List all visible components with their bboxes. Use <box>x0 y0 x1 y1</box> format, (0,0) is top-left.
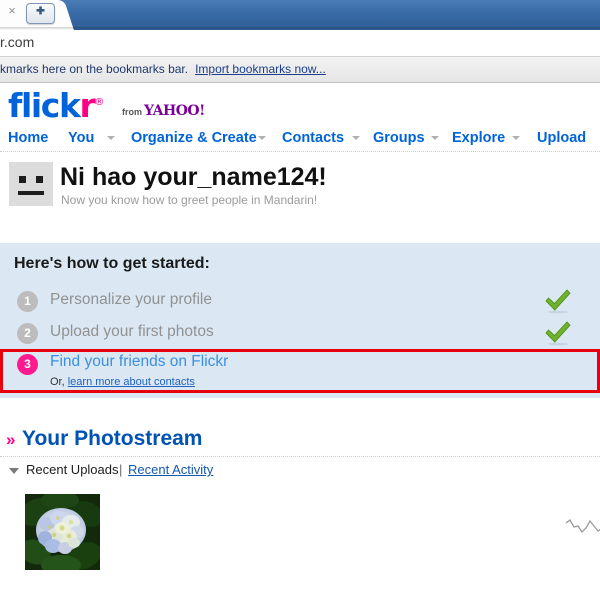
browser-window: × r.com kmarks here on the bookmarks bar… <box>0 0 600 600</box>
tab-recent-activity[interactable]: Recent Activity <box>128 461 213 479</box>
green-checkmark-icon-1 <box>545 289 571 314</box>
registered-trademark-icon: ® <box>94 97 105 108</box>
learn-more-about-contacts-link[interactable]: learn more about contacts <box>68 376 195 388</box>
import-bookmarks-link[interactable]: Import bookmarks now... <box>195 62 326 76</box>
disclosure-triangle-icon[interactable] <box>9 468 19 474</box>
nav-item-you[interactable]: You <box>68 127 94 149</box>
greeting-block: Ni hao your_name124! Now you know how to… <box>0 162 600 222</box>
flickr-logo[interactable]: flickr® <box>8 86 104 122</box>
yahoo-logo: YAHOO! <box>144 103 205 119</box>
nav-item-groups[interactable]: Groups <box>373 127 425 149</box>
tab-recent-uploads[interactable]: Recent Uploads <box>26 461 119 479</box>
step-number-badge-2: 2 <box>17 323 38 344</box>
photostream-header: » Your Photostream <box>0 426 600 457</box>
close-icon[interactable]: × <box>5 4 19 18</box>
avatar-eye-right <box>36 176 43 183</box>
photostream-title[interactable]: Your Photostream <box>22 426 202 452</box>
photo-thumbnail-image <box>25 494 100 570</box>
plus-icon-svg <box>36 6 45 15</box>
photostream-tabs: Recent Uploads | Recent Activity <box>0 461 600 483</box>
avatar-mouth <box>18 191 44 195</box>
step-number-badge-3: 3 <box>17 354 38 375</box>
nav-item-contacts[interactable]: Contacts <box>282 127 344 149</box>
nav-item-explore[interactable]: Explore <box>452 127 505 149</box>
bookmarks-bar: kmarks here on the bookmarks bar. Import … <box>0 57 600 83</box>
default-avatar-icon[interactable] <box>9 162 53 206</box>
step-number-badge-1: 1 <box>17 291 38 312</box>
chevron-down-icon-explore[interactable] <box>512 136 520 140</box>
get-started-panel: Here's how to get started: 1 Personalize… <box>0 243 600 398</box>
stats-sparkline-icon[interactable] <box>565 515 600 542</box>
from-label: from <box>122 107 142 117</box>
main-navigation: Home You Organize & Create Contacts Grou… <box>0 127 600 152</box>
logo-text-primary: flick <box>8 86 81 125</box>
avatar-eye-left <box>19 176 26 183</box>
nav-item-organize[interactable]: Organize & Create <box>131 127 257 149</box>
hydrangea-thumbnail[interactable] <box>25 494 100 570</box>
step-label-2[interactable]: Upload your first photos <box>50 323 214 341</box>
plus-icon <box>27 4 54 23</box>
chevron-down-icon-you[interactable] <box>107 136 115 140</box>
chevron-down-icon-groups[interactable] <box>431 136 439 140</box>
bookmarks-hint: kmarks here on the bookmarks bar. Import … <box>0 62 326 76</box>
double-chevron-icon: » <box>6 430 16 449</box>
nav-item-home[interactable]: Home <box>8 127 48 149</box>
new-tab-button[interactable] <box>26 3 55 24</box>
browser-tab-strip: × <box>0 0 600 30</box>
page-content: flickr® from YAHOO! Home You Organize & C… <box>0 83 600 600</box>
step-label-1[interactable]: Personalize your profile <box>50 291 212 309</box>
chevron-down-icon-contacts[interactable] <box>352 136 360 140</box>
chevron-down-icon-organize[interactable] <box>258 136 266 140</box>
find-friends-link[interactable]: Find your friends on Flickr <box>50 353 228 371</box>
yahoo-attribution: from YAHOO! <box>122 104 205 119</box>
step-3-subtext-prefix: Or, <box>50 376 65 388</box>
greeting-subtitle: Now you know how to greet people in Mand… <box>61 193 318 207</box>
logo-text-secondary: r <box>79 86 96 125</box>
address-bar[interactable]: r.com <box>0 30 600 57</box>
green-checkmark-icon-2 <box>545 321 571 346</box>
tab-separator: | <box>119 462 123 477</box>
url-text[interactable]: r.com <box>0 34 34 50</box>
page-title: Ni hao your_name124! <box>60 163 327 191</box>
site-header: flickr® from YAHOO! <box>0 83 600 127</box>
bookmarks-hint-text: kmarks here on the bookmarks bar. <box>0 62 189 76</box>
get-started-heading: Here's how to get started: <box>14 255 210 272</box>
nav-item-upload[interactable]: Upload <box>537 127 586 149</box>
step-3-subtext: Or, learn more about contacts <box>50 376 195 388</box>
